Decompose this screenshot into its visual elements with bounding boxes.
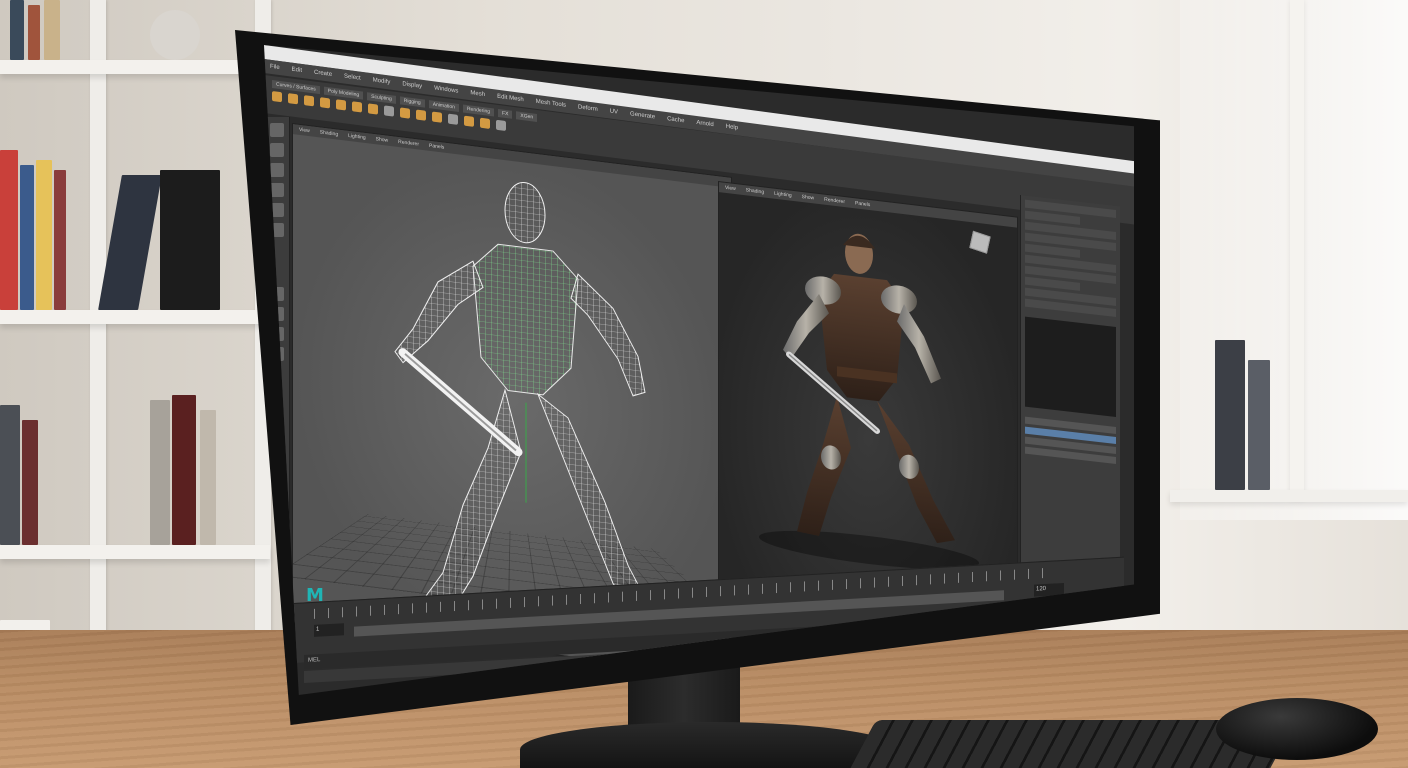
polygon-cone-icon[interactable] bbox=[320, 97, 330, 109]
menu-arnold[interactable]: Arnold bbox=[696, 120, 713, 128]
command-language-label: MEL bbox=[308, 657, 321, 664]
shelf-tab[interactable]: Animation bbox=[428, 100, 459, 112]
menu-file[interactable]: File bbox=[270, 64, 280, 71]
select-tool-icon[interactable] bbox=[269, 123, 284, 137]
uv-editor-icon[interactable] bbox=[464, 115, 474, 127]
book bbox=[0, 405, 20, 545]
book bbox=[98, 175, 162, 310]
multi-cut-icon[interactable] bbox=[448, 113, 458, 125]
shelf-tab[interactable]: XGen bbox=[516, 111, 538, 122]
mirror-icon[interactable] bbox=[496, 119, 506, 132]
book bbox=[160, 170, 220, 310]
lasso-tool-icon[interactable] bbox=[269, 143, 284, 157]
menu-deform[interactable]: Deform bbox=[578, 104, 598, 113]
vase bbox=[150, 10, 200, 60]
shelf-tab[interactable]: Rendering bbox=[462, 104, 495, 117]
paint-select-icon[interactable] bbox=[269, 163, 284, 177]
polygon-cube-icon[interactable] bbox=[272, 91, 282, 103]
book bbox=[54, 170, 66, 310]
shelf-post bbox=[90, 0, 106, 700]
bridge-icon[interactable] bbox=[432, 111, 442, 123]
menu-modify[interactable]: Modify bbox=[373, 77, 391, 85]
shelf-board bbox=[0, 60, 270, 74]
menu-mesh[interactable]: Mesh bbox=[470, 90, 485, 98]
combine-icon[interactable] bbox=[384, 105, 394, 117]
menu-windows[interactable]: Windows bbox=[434, 85, 458, 94]
book bbox=[150, 400, 170, 545]
menu-mesh-tools[interactable]: Mesh Tools bbox=[536, 99, 566, 109]
book bbox=[1248, 360, 1270, 490]
menu-select[interactable]: Select bbox=[344, 74, 361, 82]
menu-cache[interactable]: Cache bbox=[667, 116, 684, 124]
monitor-screen: File Edit Create Select Modify Display W… bbox=[264, 45, 1134, 695]
menu-generate[interactable]: Generate bbox=[630, 111, 655, 120]
menu-edit[interactable]: Edit bbox=[292, 67, 302, 74]
range-start-field[interactable]: 1 bbox=[314, 623, 344, 637]
book bbox=[0, 150, 18, 310]
polygon-plane-icon[interactable] bbox=[336, 99, 346, 111]
polygon-sphere-icon[interactable] bbox=[288, 93, 298, 105]
book bbox=[22, 420, 38, 545]
shelf-tab[interactable]: Rigging bbox=[399, 96, 425, 108]
mouse bbox=[1216, 698, 1378, 760]
book bbox=[10, 0, 24, 60]
extrude-icon[interactable] bbox=[400, 107, 410, 119]
menu-uv[interactable]: UV bbox=[610, 109, 618, 116]
wall-shelf bbox=[1170, 490, 1408, 502]
book bbox=[20, 165, 34, 310]
polygon-cylinder-icon[interactable] bbox=[304, 95, 314, 107]
bevel-icon[interactable] bbox=[416, 109, 426, 121]
book bbox=[36, 160, 52, 310]
book bbox=[44, 0, 60, 60]
smooth-icon[interactable] bbox=[480, 117, 490, 129]
shelf-board bbox=[0, 545, 270, 559]
book bbox=[172, 395, 196, 545]
monitor-base bbox=[520, 722, 900, 768]
menu-display[interactable]: Display bbox=[402, 81, 422, 90]
warrior-wireframe bbox=[394, 182, 654, 618]
channel-box bbox=[1020, 195, 1120, 607]
menu-edit-mesh[interactable]: Edit Mesh bbox=[497, 94, 524, 104]
book bbox=[1215, 340, 1245, 490]
menu-help[interactable]: Help bbox=[726, 124, 738, 132]
menu-create[interactable]: Create bbox=[314, 70, 332, 78]
window-frame bbox=[1290, 0, 1304, 500]
book bbox=[200, 410, 216, 545]
shelf-tab[interactable]: FX bbox=[498, 108, 513, 119]
book bbox=[28, 5, 40, 60]
polygon-torus-icon[interactable] bbox=[352, 101, 362, 113]
shelf-tab[interactable]: Sculpting bbox=[367, 92, 396, 104]
warrior-render bbox=[759, 233, 979, 570]
shelf-board bbox=[0, 310, 270, 324]
attribute-panel bbox=[1025, 316, 1116, 417]
text-tool-icon[interactable] bbox=[368, 103, 378, 115]
